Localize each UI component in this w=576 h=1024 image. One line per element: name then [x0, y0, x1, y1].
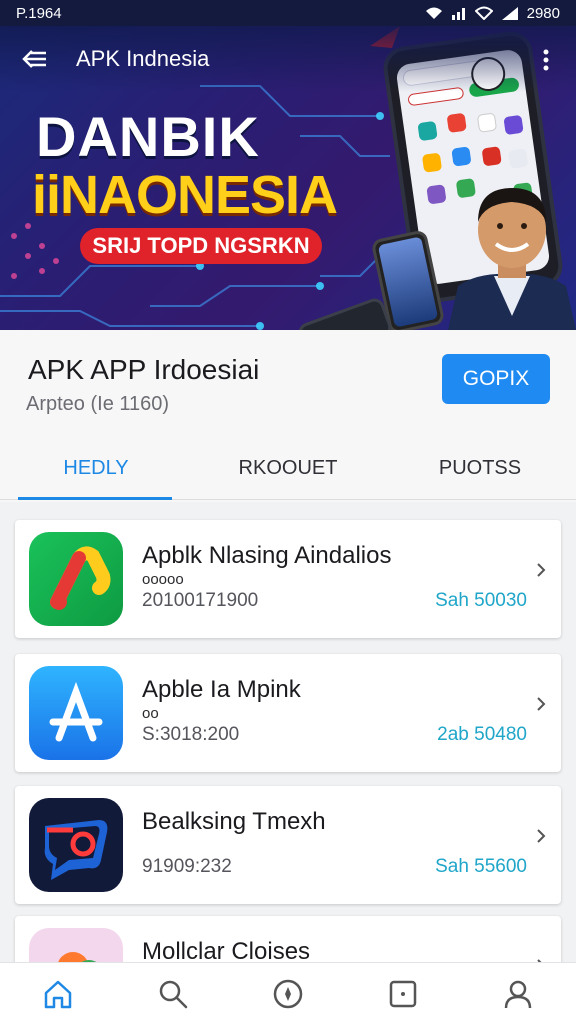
banner-headline-line1: DANBIK	[36, 105, 260, 168]
status-time: 2980	[526, 4, 560, 22]
nav-search[interactable]	[115, 963, 230, 1024]
nav-home[interactable]	[0, 963, 115, 1024]
status-icons: 2980	[425, 5, 560, 22]
list-item-line: ooooo	[142, 571, 184, 588]
primary-action-label: GOPIX	[462, 367, 530, 390]
tab-2[interactable]: RKOOUET	[192, 438, 384, 499]
chevron-right-icon	[537, 697, 546, 711]
nav-explore[interactable]	[230, 963, 345, 1024]
list-item-price: Sah 50030	[435, 590, 527, 611]
signal-icon	[451, 6, 467, 20]
list-item-price: 2ab 50480	[437, 724, 527, 745]
wifi-icon-2	[474, 6, 493, 20]
more-options-button[interactable]	[536, 46, 556, 74]
list-item-line: oo	[142, 705, 159, 722]
wifi-icon	[425, 6, 443, 20]
presenter-person-illustration	[448, 188, 576, 330]
list-item-meta: S:3018:200	[142, 724, 240, 745]
chevron-right-icon	[537, 829, 546, 843]
tab-3-label: PUOTSS	[438, 457, 522, 479]
status-left-text: P.1964	[16, 4, 62, 22]
tab-1-label: HEDLY	[63, 457, 129, 479]
back-button[interactable]	[18, 42, 52, 76]
app-name: APK APP Irdoesiai	[28, 354, 260, 385]
hero-banner: APK Indnesia DANBIK iiNAONESIA SRIJ TOPD…	[0, 26, 576, 330]
search-icon	[159, 980, 188, 1008]
primary-action-button[interactable]: GOPIX	[442, 354, 550, 404]
home-icon	[44, 980, 71, 1008]
banner-headline-line2: iiNAONESIA	[32, 165, 338, 225]
tab-1[interactable]: HEDLY	[0, 438, 192, 500]
colorful-logo-icon	[29, 928, 123, 962]
app-subtitle: Arpteo (Ie 1160)	[26, 393, 170, 415]
chevron-right-icon	[537, 563, 546, 577]
list-item-meta: 20100171900	[142, 590, 259, 611]
app-store-a-icon	[29, 666, 123, 760]
nav-profile[interactable]	[461, 963, 576, 1024]
more-vert-icon	[543, 49, 549, 71]
list-item-price: Sah 55600	[435, 856, 527, 877]
back-arrow-icon	[22, 50, 46, 68]
tab-2-label: RKOOUET	[238, 457, 338, 479]
status-bar: P.1964 2980	[0, 0, 576, 26]
app-info-section: APK APP Irdoesiai Arpteo (Ie 1160) GOPIX…	[0, 330, 576, 502]
app-list: Apblk Nlasing Aindalios ooooo 2010017190…	[0, 502, 576, 962]
banner-promo-pill[interactable]: SRIJ TOPD NGSRKN	[80, 228, 322, 264]
chat-bubble-icon	[29, 798, 123, 892]
list-item-meta: 91909:232	[142, 856, 232, 877]
tab-bar: HEDLY RKOOUET PUOTSS	[0, 438, 576, 500]
bottom-navigation	[0, 962, 576, 1024]
square-icon	[389, 980, 417, 1007]
list-item[interactable]: Apblk Nlasing Aindalios ooooo 2010017190…	[15, 520, 561, 638]
app-bar-title: APK Indnesia	[76, 46, 210, 71]
tab-3[interactable]: PUOTSS	[384, 438, 576, 499]
nav-library[interactable]	[346, 963, 461, 1024]
profile-icon	[505, 980, 532, 1008]
signal-bars-icon	[501, 6, 519, 20]
compass-icon	[273, 979, 303, 1008]
google-ads-style-icon	[29, 532, 123, 626]
app-bar: APK Indnesia	[0, 26, 576, 92]
list-item-title: Mollclar Cloises	[142, 938, 311, 962]
list-item-title: Apble Ia Mpink	[142, 676, 301, 703]
list-item-title: Bealksing Tmexh	[142, 808, 326, 835]
list-item[interactable]: Bealksing Tmexh 91909:232 Sah 55600	[15, 786, 561, 904]
list-item[interactable]: Apble Ia Mpink oo S:3018:200 2ab 50480	[15, 654, 561, 772]
list-item-title: Apblk Nlasing Aindalios	[142, 542, 392, 569]
list-item[interactable]: Mollclar Cloises	[15, 916, 561, 962]
promo-text: SRIJ TOPD NGSRKN	[92, 233, 310, 258]
